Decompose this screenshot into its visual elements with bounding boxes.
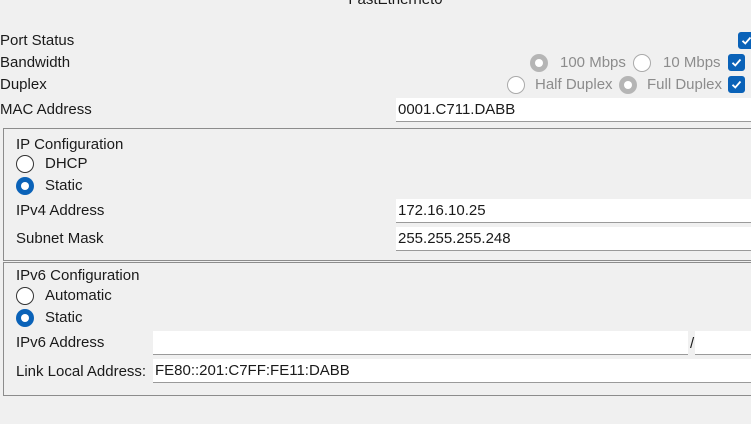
ipv4-static-radio[interactable]	[16, 177, 34, 195]
ipv6-static-radio[interactable]	[16, 309, 34, 327]
ipv4-address-label: IPv4 Address	[16, 202, 105, 219]
bandwidth-100-label: 100 Mbps	[560, 54, 626, 71]
interface-title: FastEthernet0	[0, 0, 751, 9]
ipv6-address-label: IPv6 Address	[16, 334, 105, 351]
bandwidth-100-radio[interactable]	[530, 54, 548, 72]
mac-address-label: MAC Address	[0, 101, 92, 118]
subnet-mask-label: Subnet Mask	[16, 230, 104, 247]
bandwidth-label: Bandwidth	[0, 54, 71, 71]
ipv4-address-field[interactable]: 172.16.10.25	[396, 199, 751, 223]
ipv6-automatic-radio[interactable]	[16, 287, 34, 305]
link-local-address-field[interactable]: FE80::201:C7FF:FE11:DABB	[153, 359, 751, 383]
duplex-half-radio[interactable]	[507, 76, 525, 94]
duplex-half-label: Half Duplex	[535, 76, 613, 93]
ipv6-automatic-label: Automatic	[45, 287, 112, 304]
duplex-auto-checkbox[interactable]	[728, 76, 745, 93]
duplex-label: Duplex	[0, 76, 47, 93]
checkmark-icon	[741, 36, 751, 45]
mac-address-field[interactable]: 0001.C711.DABB	[396, 98, 751, 122]
prefix-separator: /	[690, 335, 695, 352]
port-status-label: Port Status	[0, 32, 75, 49]
dhcp-radio[interactable]	[16, 155, 34, 173]
ipv6-prefix-field[interactable]	[695, 331, 751, 355]
link-local-address-label: Link Local Address:	[16, 363, 147, 380]
ipv6-configuration-heading: IPv6 Configuration	[16, 267, 140, 284]
bandwidth-10-radio[interactable]	[633, 54, 651, 72]
duplex-full-radio[interactable]	[619, 76, 637, 94]
bandwidth-10-label: 10 Mbps	[663, 54, 721, 71]
subnet-mask-field[interactable]: 255.255.255.248	[396, 227, 751, 251]
port-status-checkbox[interactable]	[738, 32, 751, 49]
ipv6-address-field[interactable]	[153, 331, 688, 355]
dhcp-label: DHCP	[45, 155, 88, 172]
bandwidth-auto-checkbox[interactable]	[728, 54, 745, 71]
duplex-full-label: Full Duplex	[647, 76, 723, 93]
ipv4-static-label: Static	[45, 177, 83, 194]
checkmark-icon	[731, 58, 742, 67]
ip-configuration-heading: IP Configuration	[16, 136, 124, 153]
ipv6-static-label: Static	[45, 309, 83, 326]
checkmark-icon	[731, 80, 742, 89]
